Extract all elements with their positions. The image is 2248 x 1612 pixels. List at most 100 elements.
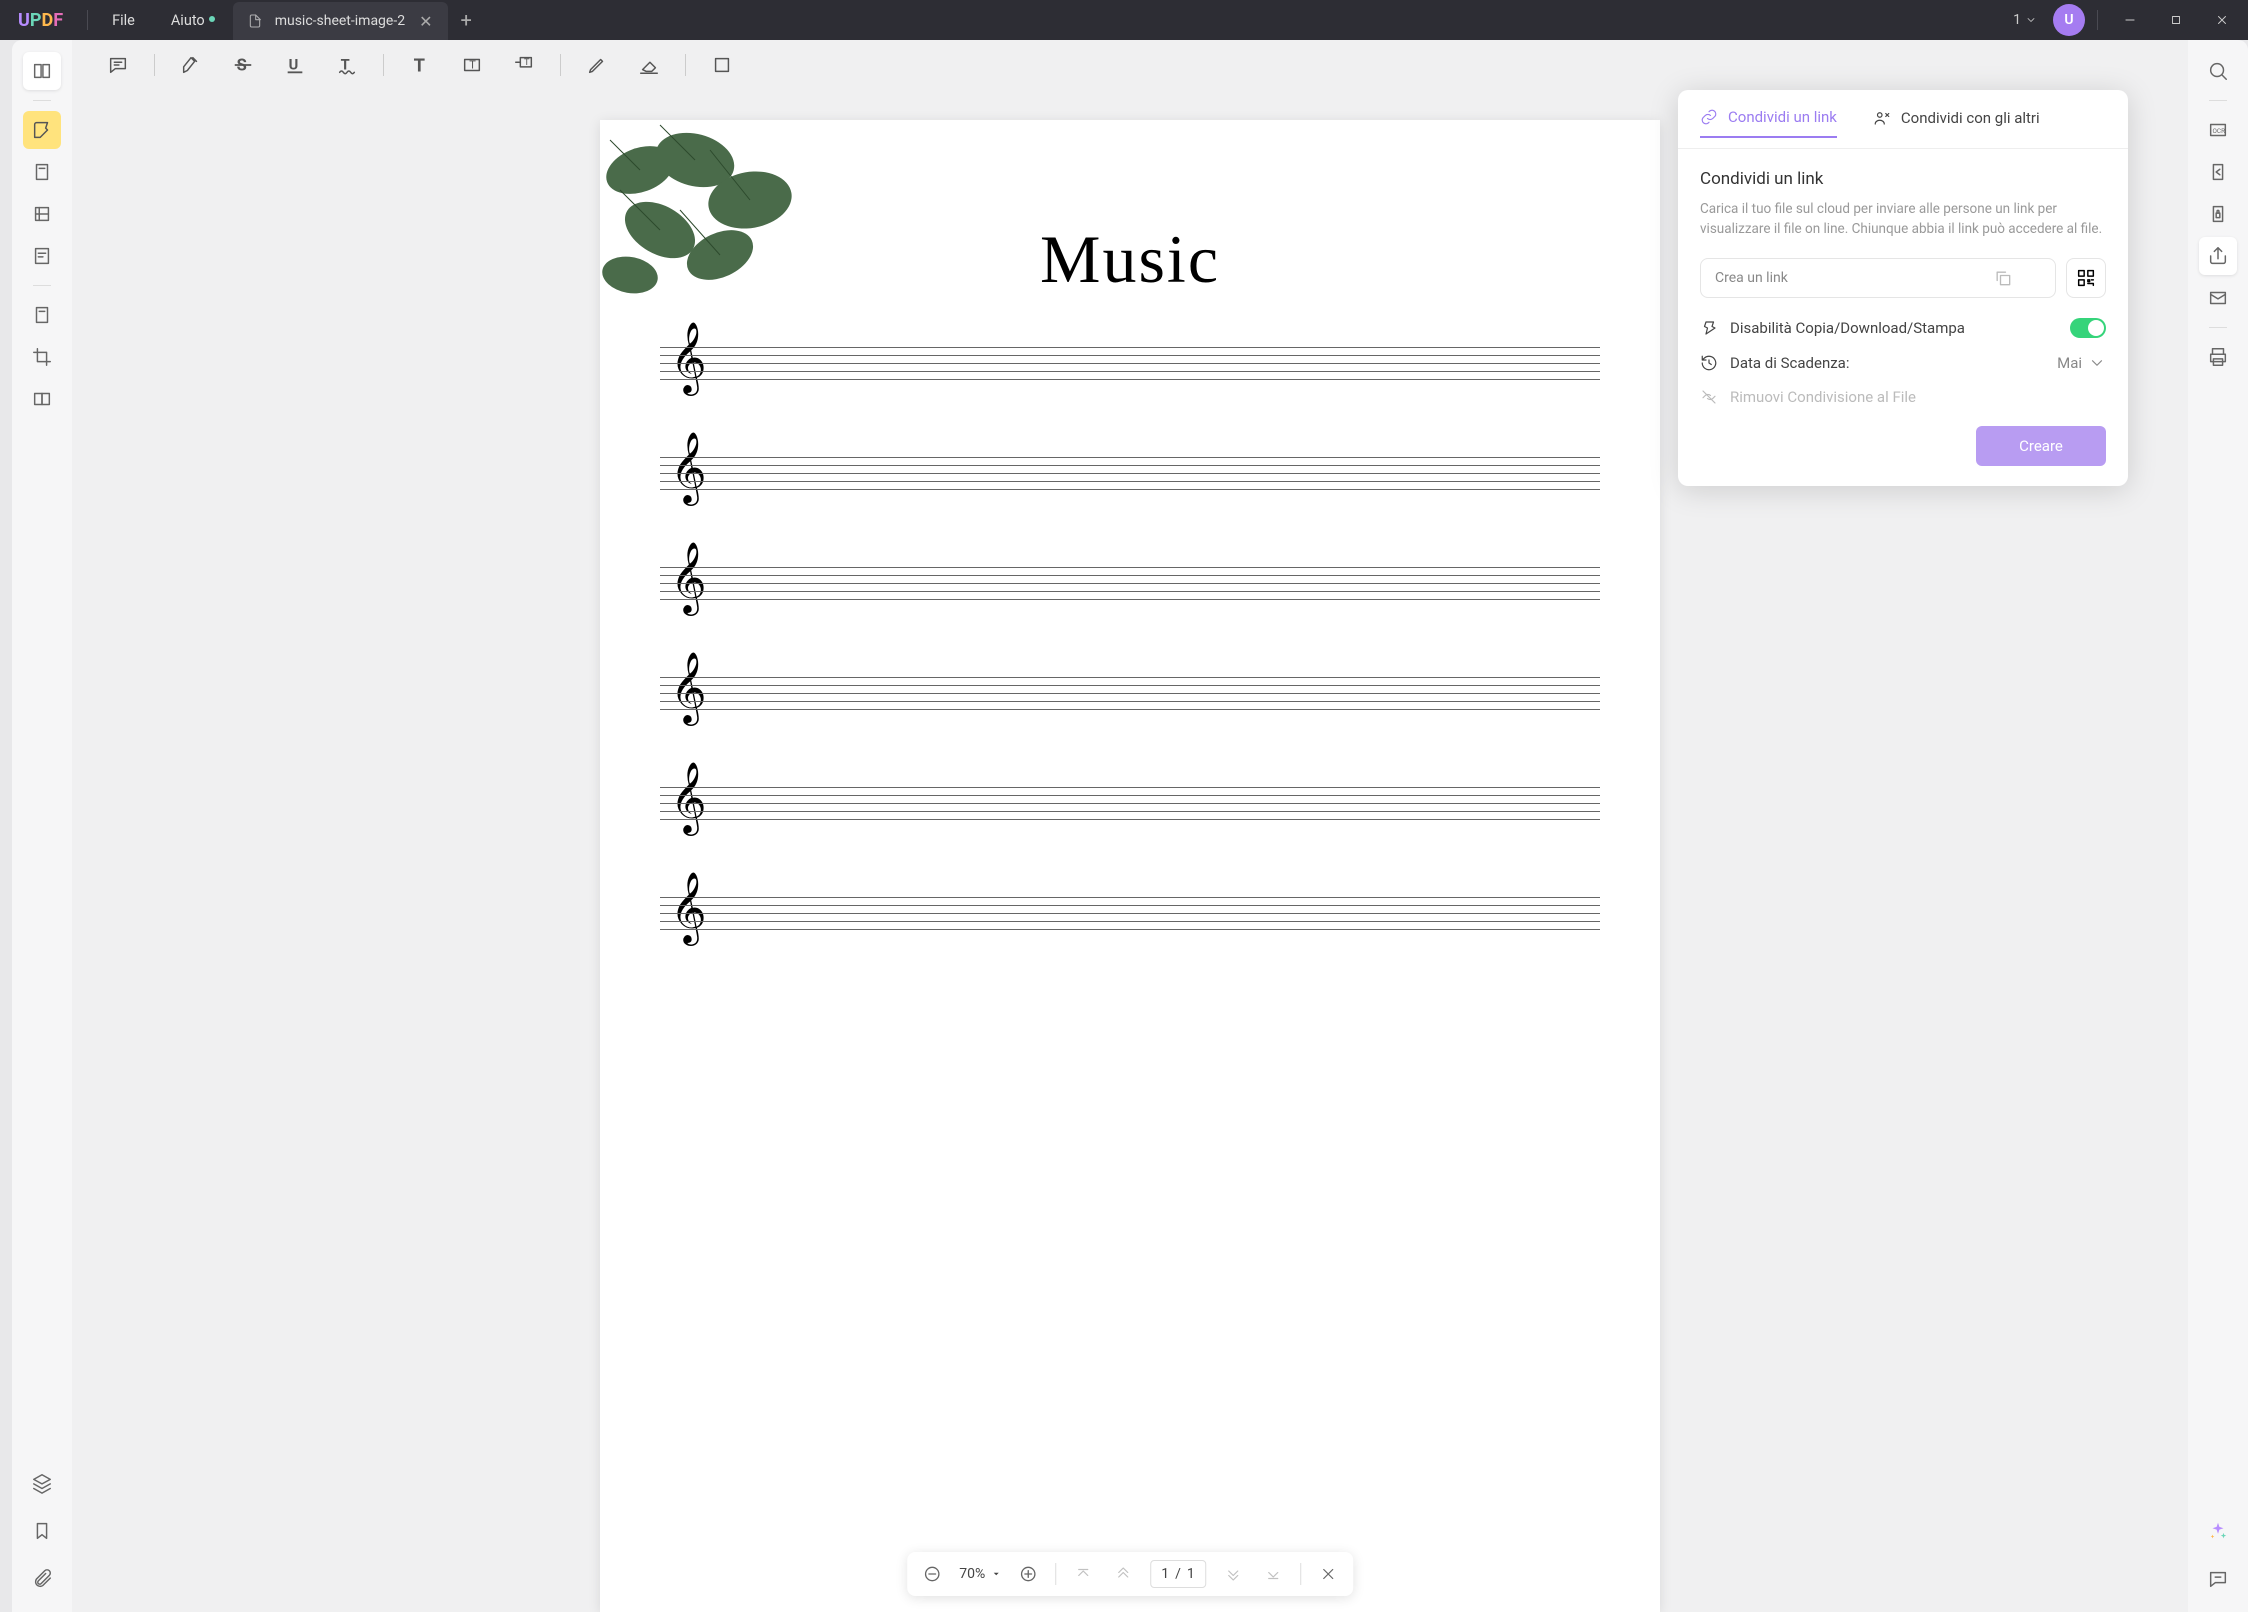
remove-share-option: Rimuovi Condivisione al File [1700,388,2106,406]
separator [1300,1563,1301,1585]
minimize-button[interactable] [2110,0,2150,40]
close-window-button[interactable] [2202,0,2242,40]
page-current: 1 [1161,1566,1169,1582]
page-input[interactable]: 1 / 1 [1150,1560,1206,1588]
last-page-button[interactable] [1260,1561,1286,1587]
staff-line: 𝄞 [660,659,1600,739]
ocr-button[interactable]: OCR [2199,111,2237,149]
zoom-bar: 70% 1 / 1 [907,1552,1353,1596]
disable-copy-option: Disabilità Copia/Download/Stampa [1700,318,2106,338]
link-placeholder: Crea un link [1715,270,1788,286]
next-page-button[interactable] [1220,1561,1246,1587]
layers-button[interactable] [23,1464,61,1502]
tab-share-link[interactable]: Condividi un link [1700,108,1837,138]
eraser-tool[interactable] [633,49,665,81]
caret-down-icon [991,1569,1001,1579]
textbox-tool[interactable]: T [456,49,488,81]
note-tool[interactable] [102,49,134,81]
left-sidebar [12,40,72,1612]
ai-assistant-button[interactable] [2199,1512,2237,1550]
reader-mode-button[interactable] [23,52,61,90]
page-total: 1 [1187,1566,1195,1582]
update-dot-icon [209,16,215,22]
zoom-dropdown[interactable]: 70% [959,1566,1001,1582]
separator [1055,1563,1056,1585]
email-button[interactable] [2199,279,2237,317]
logo: UPDF [0,10,81,31]
new-tab-button[interactable]: + [460,8,471,32]
content-area: S U T T T T [72,40,2188,1612]
tab-share-others-label: Condividi con gli altri [1901,109,2040,127]
tab-share-others[interactable]: Condividi con gli altri [1873,108,2040,138]
user-avatar[interactable]: U [2053,4,2085,36]
history-icon [1700,354,1718,372]
convert-button[interactable] [2199,153,2237,191]
zoom-in-button[interactable] [1015,1561,1041,1587]
share-panel: Condividi un link Condividi con gli altr… [1678,90,2128,486]
svg-text:S: S [237,57,247,76]
protect-button[interactable] [2199,195,2237,233]
sparkle-icon [2207,1520,2229,1542]
highlight-tool[interactable] [175,49,207,81]
pencil-tool[interactable] [581,49,613,81]
disable-copy-toggle[interactable] [2070,318,2106,338]
staves-container: 𝄞 𝄞 𝄞 𝄞 𝄞 𝄞 [600,299,1660,959]
separator [33,100,51,101]
svg-text:U: U [289,56,299,74]
tab-count-dropdown[interactable]: 1 [2003,12,2047,28]
compare-button[interactable] [23,380,61,418]
comment-mode-button[interactable] [23,111,61,149]
chevron-down-icon [2088,354,2106,372]
tab-close-button[interactable]: ✕ [417,12,434,31]
disable-copy-label: Disabilità Copia/Download/Stampa [1730,319,1965,337]
separator [33,285,51,286]
tab-count-value: 1 [2013,12,2021,28]
attachment-button[interactable] [23,1560,61,1598]
shape-tool[interactable] [706,49,738,81]
separator [2209,100,2227,101]
people-icon [1873,109,1891,127]
document-tab[interactable]: music-sheet-image-2 ✕ [233,2,449,40]
search-button[interactable] [2199,52,2237,90]
menu-help[interactable]: Aiuto [153,12,223,29]
link-input[interactable]: Crea un link [1700,258,2056,298]
separator [2097,10,2098,30]
svg-text:T: T [414,55,425,76]
strikethrough-tool[interactable]: S [227,49,259,81]
expiry-option[interactable]: Data di Scadenza: Mai [1700,354,2106,372]
create-link-button[interactable]: Creare [1976,426,2106,466]
share-heading: Condividi un link [1700,169,2106,189]
crop-button[interactable] [23,338,61,376]
maximize-button[interactable] [2156,0,2196,40]
form-button[interactable] [23,237,61,275]
print-button[interactable] [2199,338,2237,376]
chevron-down-icon [2025,14,2037,26]
separator [383,54,384,76]
menu-file[interactable]: File [94,12,153,29]
callout-tool[interactable]: T [508,49,540,81]
organize-pages-button[interactable] [23,195,61,233]
text-tool[interactable]: T [404,49,436,81]
page-sep: / [1175,1566,1181,1582]
first-page-button[interactable] [1070,1561,1096,1587]
edit-text-button[interactable] [23,153,61,191]
svg-text:T: T [524,58,530,68]
page-tools-button[interactable] [23,296,61,334]
share-tabs: Condividi un link Condividi con gli altr… [1678,90,2128,149]
copy-icon[interactable] [1993,268,2013,288]
bookmark-button[interactable] [23,1512,61,1550]
unlink-icon [1700,388,1718,406]
svg-text:OCR: OCR [2213,127,2226,135]
underline-tool[interactable]: U [279,49,311,81]
squiggly-tool[interactable]: T [331,49,363,81]
prev-page-button[interactable] [1110,1561,1136,1587]
separator [2209,327,2227,328]
qr-code-button[interactable] [2066,258,2106,298]
right-sidebar: OCR [2188,40,2248,1612]
staff-line: 𝄞 [660,329,1600,409]
expiry-label: Data di Scadenza: [1730,354,1849,372]
close-zoom-bar-button[interactable] [1315,1561,1341,1587]
zoom-out-button[interactable] [919,1561,945,1587]
share-button[interactable] [2199,237,2237,275]
feedback-button[interactable] [2199,1560,2237,1598]
